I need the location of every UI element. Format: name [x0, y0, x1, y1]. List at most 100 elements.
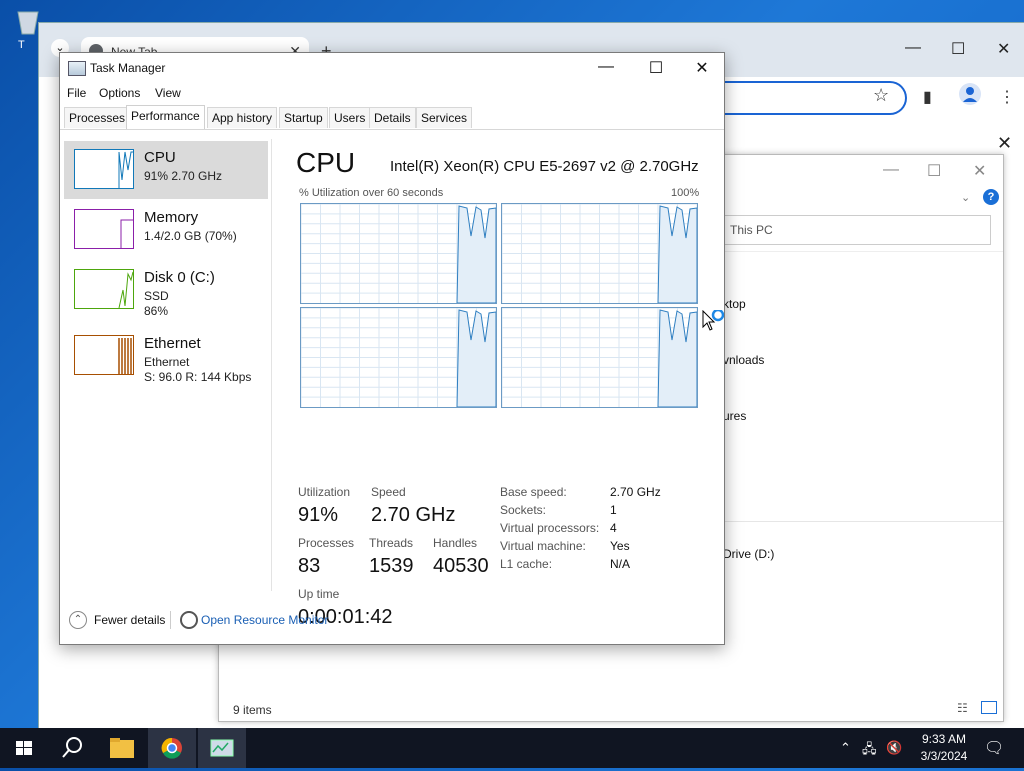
task-manager-icon: [210, 739, 234, 757]
cpu-heading: CPU: [296, 147, 356, 178]
task-manager-titlebar[interactable]: Task Manager — ☐ ✕: [60, 53, 724, 83]
spec-base-speed-label: Base speed:: [500, 485, 567, 499]
cpu-core-graph-2: [300, 307, 497, 408]
resource-monitor-icon: [180, 611, 198, 629]
chrome-taskbar-button[interactable]: [148, 728, 196, 768]
fewer-details-button[interactable]: Fewer details: [94, 613, 165, 627]
file-explorer-taskbar-button[interactable]: [98, 728, 146, 768]
clock-date[interactable]: 3/3/2024: [916, 749, 972, 763]
task-manager-app-icon: [68, 61, 86, 76]
busy-cursor-icon: [702, 308, 725, 337]
tm-minimize-button[interactable]: —: [596, 58, 616, 76]
bookmark-star-icon[interactable]: ☆: [873, 85, 889, 106]
processes-label: Processes: [298, 536, 355, 550]
resource-disk-name: Disk 0 (C:): [144, 269, 215, 286]
processes-value: 83: [298, 555, 321, 577]
tab-processes[interactable]: Processes: [64, 107, 131, 128]
speed-value: 2.70 GHz: [371, 504, 456, 526]
taskbar: ⌃ 🖧 🔇 9:33 AM 3/3/2024 🗨: [0, 728, 1024, 768]
tm-maximize-button[interactable]: ☐: [646, 58, 666, 78]
explorer-close-button[interactable]: ✕: [973, 161, 986, 181]
drive-d[interactable]: Drive (D:): [723, 547, 774, 561]
start-button[interactable]: [0, 728, 48, 768]
resource-ethernet[interactable]: Ethernet Ethernet S: 96.0 R: 144 Kbps: [64, 327, 268, 385]
spec-base-speed-value: 2.70 GHz: [610, 485, 661, 499]
details-view-icon[interactable]: ☷: [957, 701, 968, 715]
chrome-icon: [161, 737, 182, 759]
graph-caption: % Utilization over 60 seconds: [299, 187, 444, 199]
side-panel-icon[interactable]: ▮: [923, 87, 932, 107]
handles-value: 40530: [433, 555, 489, 577]
spec-sockets-value: 1: [610, 503, 617, 517]
chrome-close-button[interactable]: ✕: [997, 39, 1010, 59]
resource-disk[interactable]: Disk 0 (C:) SSD 86%: [64, 261, 268, 319]
task-manager-title: Task Manager: [90, 61, 166, 75]
explorer-minimize-button[interactable]: —: [883, 161, 899, 179]
menu-bar: File Options View: [60, 83, 724, 105]
task-manager-taskbar-button[interactable]: [198, 728, 246, 768]
quick-access-downloads[interactable]: vnloads: [723, 353, 764, 367]
tab-strip: Processes Performance App history Startu…: [60, 105, 724, 130]
explorer-maximize-button[interactable]: ☐: [927, 161, 941, 181]
resource-memory[interactable]: Memory 1.4/2.0 GB (70%): [64, 201, 268, 259]
resource-disk-type: SSD: [144, 289, 169, 303]
cpu-thumbnail-graph: [74, 149, 134, 189]
utilization-value: 91%: [298, 504, 339, 526]
show-hidden-icons-icon[interactable]: ⌃: [840, 740, 851, 756]
tab-details[interactable]: Details: [369, 107, 416, 128]
chevron-up-icon[interactable]: ⌃: [69, 611, 87, 629]
speed-label: Speed: [371, 485, 406, 499]
tab-performance[interactable]: Performance: [126, 105, 205, 129]
ribbon-expand-icon[interactable]: ⌄: [961, 191, 970, 204]
resource-cpu-name: CPU: [144, 149, 176, 166]
infobar-close-icon[interactable]: ✕: [997, 133, 1012, 154]
cpu-core-graph-0: [300, 203, 497, 304]
search-button[interactable]: [48, 728, 96, 768]
chrome-minimize-button[interactable]: —: [905, 39, 921, 57]
menu-options[interactable]: Options: [99, 86, 140, 100]
clock-time[interactable]: 9:33 AM: [916, 732, 972, 746]
quick-access-desktop[interactable]: ktop: [723, 297, 746, 311]
notifications-icon[interactable]: 🗨: [984, 738, 1004, 758]
cpu-detail-pane: CPU Intel(R) Xeon(R) CPU E5-2697 v2 @ 2.…: [272, 129, 724, 628]
cpu-core-graph-1: [501, 203, 698, 304]
chrome-menu-icon[interactable]: ⋮: [999, 87, 1015, 107]
resource-ethernet-throughput: S: 96.0 R: 144 Kbps: [144, 370, 252, 384]
windows-logo-icon: [16, 741, 32, 755]
tab-users[interactable]: Users: [329, 107, 371, 128]
threads-value: 1539: [369, 555, 414, 577]
spec-virtual-processors-value: 4: [610, 521, 617, 535]
tab-app-history[interactable]: App history: [207, 107, 278, 128]
explorer-search-box[interactable]: This PC: [719, 215, 991, 245]
explorer-status-items: 9 items: [233, 703, 272, 717]
menu-file[interactable]: File: [67, 86, 86, 100]
large-icons-view-icon[interactable]: [981, 701, 997, 714]
spec-virtual-machine-label: Virtual machine:: [500, 539, 586, 553]
ethernet-thumbnail-graph: [74, 335, 134, 375]
resource-list: CPU 91% 2.70 GHz Memory 1.4/2.0 GB (70%)…: [60, 129, 272, 593]
threads-label: Threads: [369, 536, 414, 550]
resource-memory-usage: 1.4/2.0 GB (70%): [144, 229, 237, 243]
quick-access-pictures[interactable]: ures: [723, 409, 746, 423]
task-manager-window: Task Manager — ☐ ✕ File Options View Pro…: [59, 52, 725, 645]
menu-view[interactable]: View: [155, 86, 181, 100]
volume-muted-icon[interactable]: 🔇: [886, 740, 902, 756]
resource-cpu-usage: 91% 2.70 GHz: [144, 169, 223, 183]
task-manager-footer: ⌃ Fewer details Open Resource Monitor: [60, 593, 724, 643]
resource-disk-usage: 86%: [144, 304, 169, 318]
chrome-maximize-button[interactable]: ☐: [951, 39, 965, 59]
resource-cpu[interactable]: CPU 91% 2.70 GHz: [64, 141, 268, 199]
footer-divider: [170, 611, 171, 629]
profile-avatar-icon[interactable]: [959, 83, 981, 105]
resource-memory-name: Memory: [144, 209, 199, 226]
help-icon[interactable]: ?: [983, 189, 999, 205]
cpu-model: Intel(R) Xeon(R) CPU E5-2697 v2 @ 2.70GH…: [390, 158, 699, 175]
tm-close-button[interactable]: ✕: [692, 58, 712, 78]
explorer-search-placeholder: This PC: [730, 223, 773, 237]
tab-services[interactable]: Services: [416, 107, 473, 128]
resource-ethernet-name: Ethernet: [144, 335, 201, 352]
tab-startup[interactable]: Startup: [279, 107, 328, 128]
memory-thumbnail-graph: [74, 209, 134, 249]
open-resource-monitor-link[interactable]: Open Resource Monitor: [201, 613, 328, 627]
network-icon[interactable]: 🖧: [862, 740, 877, 762]
